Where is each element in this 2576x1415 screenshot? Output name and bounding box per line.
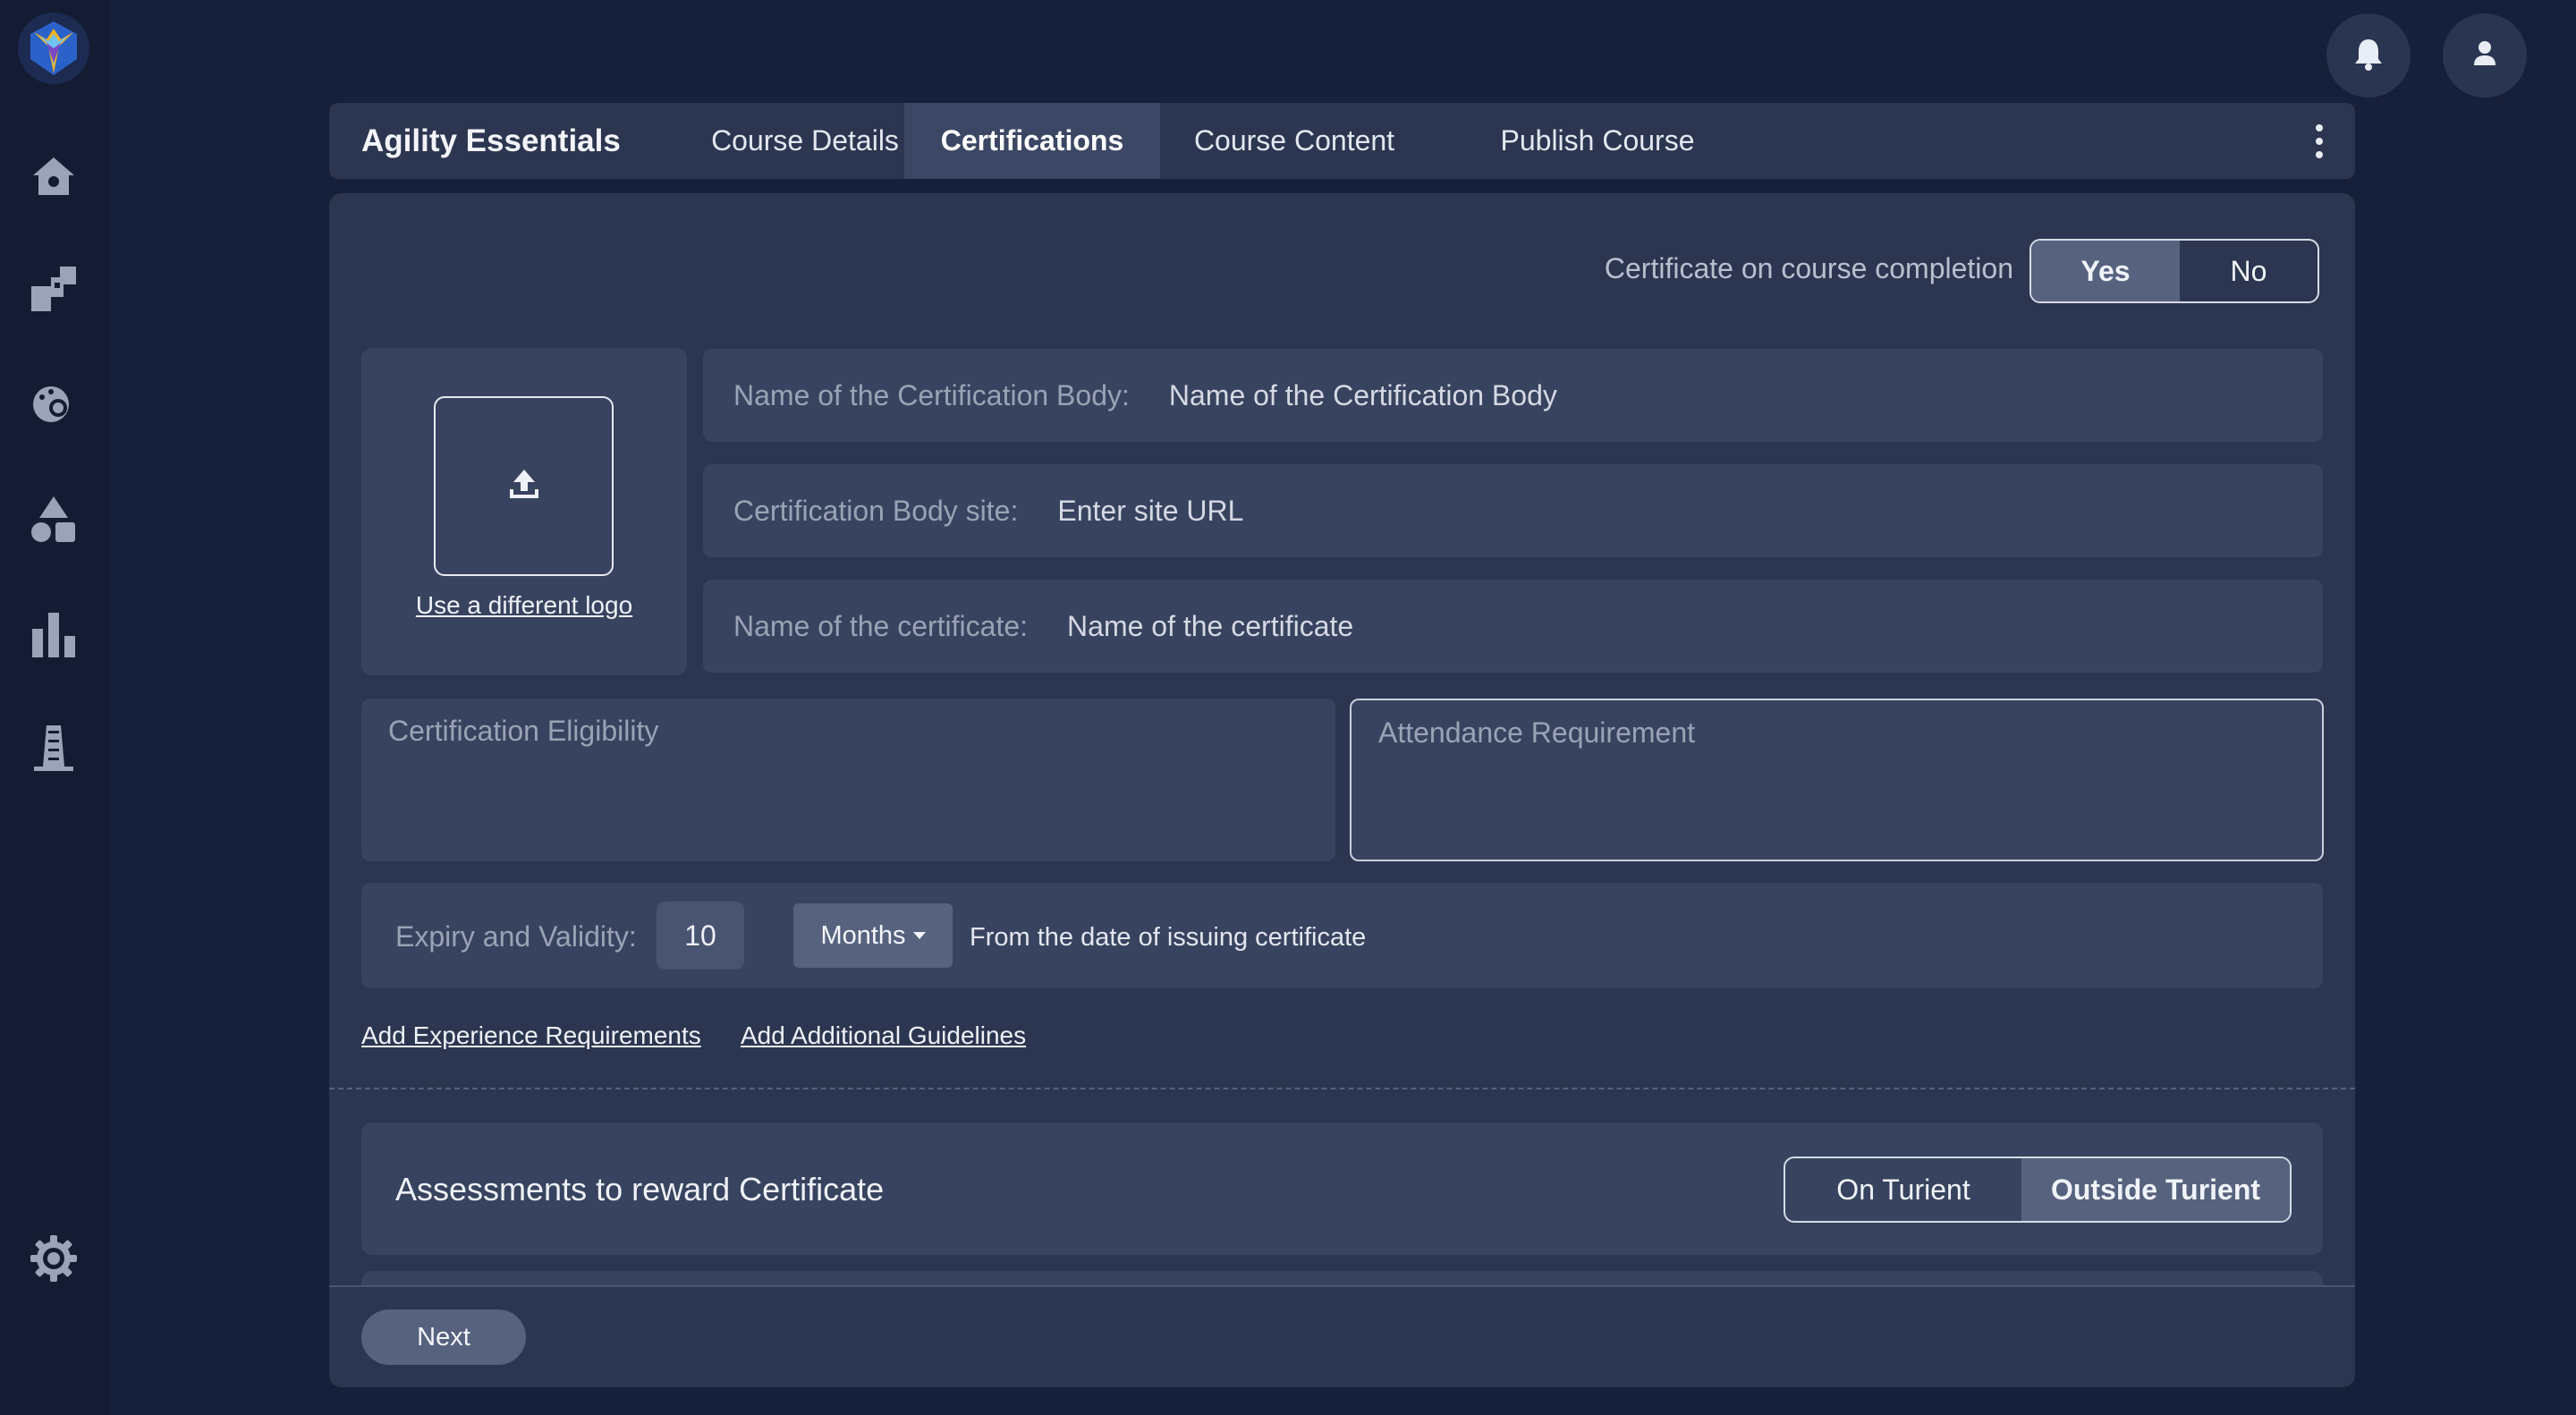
sidebar: [0, 0, 109, 1415]
logo-upload-button[interactable]: [434, 396, 614, 576]
user-icon: [2472, 40, 2497, 72]
palette-icon[interactable]: [26, 376, 81, 431]
next-button[interactable]: Next: [361, 1309, 526, 1365]
certificate-toggle: Yes No: [2029, 239, 2319, 303]
certification-body-name-field[interactable]: Name of the Certification Body: Name of …: [703, 349, 2323, 442]
outside-turient-option[interactable]: Outside Turient: [2021, 1158, 2290, 1221]
assessment-source-toggle: On Turient Outside Turient: [1784, 1157, 2292, 1223]
bar-chart-icon[interactable]: [26, 606, 81, 662]
add-additional-guidelines-link[interactable]: Add Additional Guidelines: [741, 1021, 1026, 1050]
certificate-yes-option[interactable]: Yes: [2031, 241, 2180, 301]
logo-upload-box: Use a different logo: [361, 348, 687, 675]
chevron-down-icon: [912, 932, 926, 939]
tab-publish-course[interactable]: Publish Course: [1468, 103, 1727, 179]
certificate-name-input[interactable]: Name of the certificate: [1067, 610, 1353, 643]
tab-course-details[interactable]: Course Details: [689, 103, 921, 179]
expiry-validity-label: Expiry and Validity:: [395, 920, 637, 953]
certification-body-site-label: Certification Body site:: [733, 494, 1019, 527]
home-icon[interactable]: [26, 148, 81, 204]
certificate-completion-label: Certificate on course completion: [1604, 252, 2013, 284]
add-experience-requirements-link[interactable]: Add Experience Requirements: [361, 1021, 701, 1050]
course-title: Agility Essentials: [361, 123, 621, 158]
certification-body-name-input[interactable]: Name of the Certification Body: [1169, 379, 1557, 412]
shapes-icon[interactable]: [26, 261, 81, 317]
certificate-name-field[interactable]: Name of the certificate: Name of the cer…: [703, 580, 2323, 673]
upload-icon: [506, 466, 542, 506]
triangle-shapes-icon[interactable]: [26, 492, 81, 547]
expiry-unit-label: Months: [820, 920, 906, 950]
section-divider: [329, 1088, 2355, 1089]
certifications-panel: Certificate on course completion Yes No …: [329, 193, 2355, 1387]
expiry-validity-row: Expiry and Validity: 10 Months From the …: [361, 883, 2323, 988]
expiry-suffix-text: From the date of issuing certificate: [970, 923, 1367, 952]
gear-icon[interactable]: [26, 1231, 81, 1286]
certification-body-site-input[interactable]: Enter site URL: [1057, 495, 1243, 528]
certificate-name-label: Name of the certificate:: [733, 609, 1029, 642]
use-different-logo-link[interactable]: Use a different logo: [361, 591, 687, 620]
profile-button[interactable]: [2443, 13, 2527, 97]
app-logo[interactable]: [18, 13, 89, 84]
certification-body-site-field[interactable]: Certification Body site: Enter site URL: [703, 464, 2323, 557]
certificate-no-option[interactable]: No: [2180, 241, 2318, 301]
assessments-section: Assessments to reward Certificate On Tur…: [361, 1123, 2323, 1255]
notification-button[interactable]: [2326, 13, 2411, 97]
tab-certifications[interactable]: Certifications: [904, 103, 1160, 179]
attendance-requirement-textarea[interactable]: Attendance Requirement: [1350, 699, 2324, 861]
on-turient-option[interactable]: On Turient: [1785, 1158, 2021, 1221]
expiry-unit-dropdown[interactable]: Months: [793, 903, 953, 968]
assessments-title: Assessments to reward Certificate: [395, 1171, 885, 1207]
building-icon[interactable]: [26, 719, 81, 775]
course-tab-bar: Agility Essentials Course Details Certif…: [329, 103, 2355, 179]
expiry-value-input[interactable]: 10: [657, 902, 744, 970]
kebab-menu-icon[interactable]: [2306, 124, 2333, 158]
certification-eligibility-textarea[interactable]: Certification Eligibility: [361, 699, 1335, 861]
bell-icon: [2353, 37, 2384, 75]
panel-footer: Next: [329, 1285, 2355, 1387]
tab-course-content[interactable]: Course Content: [1160, 103, 1428, 179]
certification-body-name-label: Name of the Certification Body:: [733, 378, 1130, 411]
